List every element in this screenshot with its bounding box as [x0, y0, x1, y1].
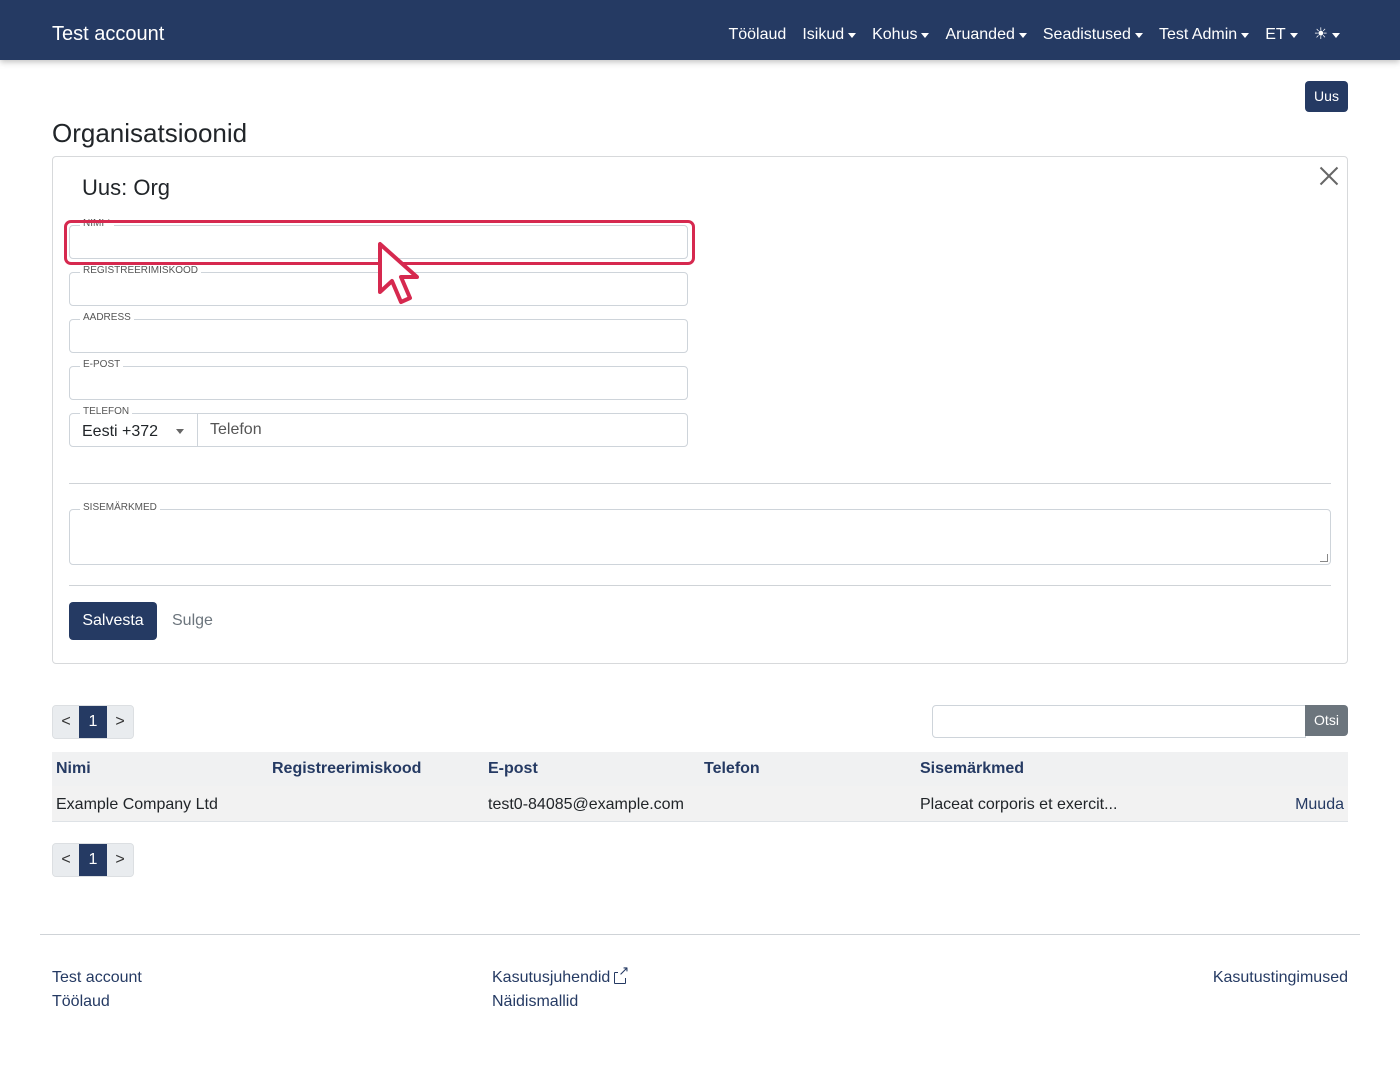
dropdown-arrow-icon — [176, 429, 184, 434]
column-header-phone[interactable]: Telefon — [704, 759, 760, 779]
divider — [69, 585, 1331, 586]
email-input[interactable] — [70, 367, 687, 399]
search-button[interactable]: Otsi — [1305, 705, 1348, 736]
column-header-registry-code[interactable]: Registreerimiskood — [272, 759, 421, 779]
footer-link-user-guides[interactable]: Kasutusjuhendid — [492, 964, 630, 988]
footer-divider — [40, 934, 1360, 935]
nav-item-seadistused[interactable]: Seadistused — [1043, 24, 1143, 46]
nav-item-isikud[interactable]: Isikud — [802, 24, 857, 46]
cell-email: test0-84085@example.com — [488, 796, 684, 813]
footer-link-account[interactable]: Test account — [52, 968, 142, 988]
caret-down-icon — [1134, 33, 1143, 38]
external-link-icon — [614, 964, 630, 984]
caret-down-icon — [1018, 33, 1027, 38]
nav-item-label: Isikud — [802, 26, 845, 43]
pagination-top: < 1 > — [52, 705, 134, 739]
phone-country-value: Eesti +372 — [82, 423, 159, 440]
phone-label: TELEFON — [80, 406, 133, 418]
table-row: Example Company Ltd test0-84085@example.… — [52, 786, 1348, 822]
table-header: Nimi Registreerimiskood E-post Telefon S… — [52, 752, 1348, 786]
pagination-prev-button[interactable]: < — [53, 706, 79, 738]
email-label: E-POST — [80, 359, 124, 371]
footer-link-terms[interactable]: Kasutustingimused — [1213, 968, 1348, 988]
address-label: AADRESS — [80, 312, 134, 324]
caret-down-icon — [1241, 33, 1250, 38]
footer-link-templates[interactable]: Näidismallid — [492, 992, 578, 1012]
organizations-table: Nimi Registreerimiskood E-post Telefon S… — [52, 752, 1348, 822]
nav-item-label: Test Admin — [1158, 26, 1238, 43]
footer-link-dashboard[interactable]: Töölaud — [52, 992, 110, 1012]
cell-notes: Placeat corporis et exercit... — [920, 796, 1118, 813]
pagination-bottom: < 1 > — [52, 843, 134, 877]
search-input[interactable] — [933, 706, 1305, 737]
resize-handle-icon[interactable] — [1320, 554, 1328, 562]
save-button[interactable]: Salvesta — [69, 602, 157, 640]
registry-code-label: REGISTREERIMISKOOD — [80, 265, 202, 277]
page-title: Organisatsioonid — [52, 118, 248, 148]
nav-item-kohus[interactable]: Kohus — [872, 24, 930, 46]
pagination-next-button[interactable]: > — [107, 844, 133, 876]
nav-menu: Töölaud Isikud Kohus Aruanded Seadistuse… — [712, 24, 1340, 46]
column-header-name[interactable]: Nimi — [56, 759, 91, 779]
nav-item-label: Aruanded — [945, 26, 1015, 43]
internal-notes-field[interactable]: SISEMÄRKMED — [69, 502, 1331, 565]
pagination-prev-button[interactable]: < — [53, 844, 79, 876]
nav-item-language[interactable]: ET — [1265, 24, 1298, 46]
pagination-next-button[interactable]: > — [107, 706, 133, 738]
column-header-email[interactable]: E-post — [488, 759, 538, 779]
phone-country-select[interactable]: Eesti +372 — [70, 414, 198, 446]
caret-down-icon — [1289, 33, 1298, 38]
pagination-page-button[interactable]: 1 — [79, 706, 107, 738]
caret-down-icon — [848, 33, 857, 38]
nav-item-user-menu[interactable]: Test Admin — [1158, 24, 1250, 46]
form-title: Uus: Org — [82, 175, 171, 200]
caret-down-icon — [1332, 33, 1340, 38]
phone-number-wrapper — [198, 414, 687, 446]
nav-item-label: ET — [1265, 26, 1286, 43]
footer-link-label: Kasutusjuhendid — [492, 969, 611, 986]
email-field[interactable]: E-POST — [69, 359, 688, 400]
close-icon[interactable] — [1319, 166, 1339, 186]
phone-field: TELEFON Eesti +372 — [69, 406, 688, 447]
pagination-page-button[interactable]: 1 — [79, 844, 107, 876]
search-field — [932, 705, 1306, 738]
new-organization-button[interactable]: Uus — [1305, 81, 1348, 112]
brand-link[interactable]: Test account — [52, 22, 164, 46]
nav-item-label: Kohus — [872, 26, 918, 43]
divider — [69, 483, 1331, 484]
top-navbar: Test account Töölaud Isikud Kohus Aruand… — [0, 0, 1400, 60]
nav-item-label: Seadistused — [1042, 26, 1131, 43]
caret-down-icon — [921, 33, 930, 38]
sun-icon: ☀ — [1313, 26, 1328, 43]
new-organization-form: Uus: Org NIMI * REGISTREERIMISKOOD AADRE… — [52, 156, 1348, 664]
nav-item-label: Töölaud — [728, 26, 787, 43]
mouse-pointer-icon — [378, 242, 419, 304]
internal-notes-label: SISEMÄRKMED — [80, 502, 160, 514]
theme-toggle[interactable]: ☀ — [1314, 24, 1340, 46]
cell-name: Example Company Ltd — [56, 796, 218, 813]
edit-link[interactable]: Muuda — [1295, 795, 1344, 815]
address-field[interactable]: AADRESS — [69, 312, 688, 353]
close-button[interactable]: Sulge — [172, 602, 213, 640]
phone-number-input[interactable] — [198, 414, 687, 446]
column-header-notes[interactable]: Sisemärkmed — [920, 759, 1024, 779]
nav-item-toolaud[interactable]: Töölaud — [728, 24, 786, 46]
address-input[interactable] — [70, 320, 687, 352]
nav-item-aruanded[interactable]: Aruanded — [945, 24, 1027, 46]
